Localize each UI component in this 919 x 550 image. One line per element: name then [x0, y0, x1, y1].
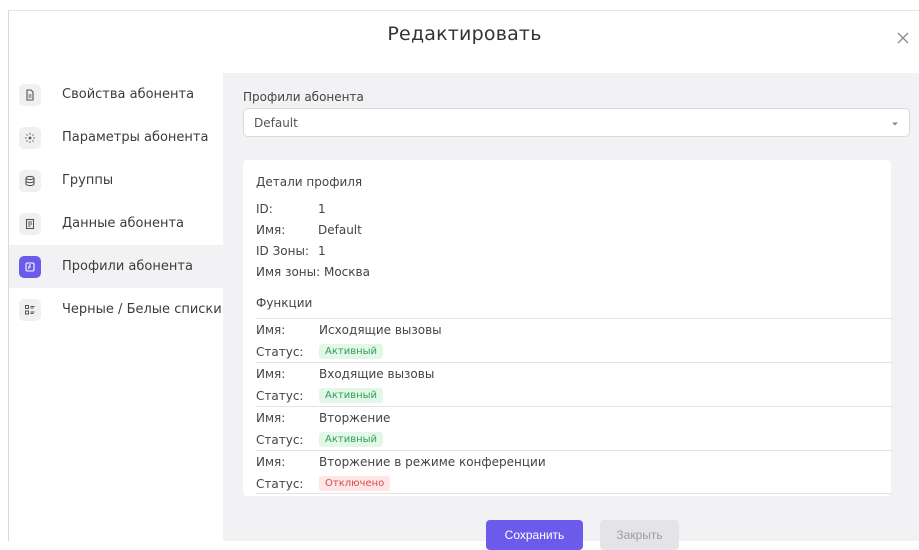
detail-key: Имя: [256, 223, 286, 237]
detail-row-id: ID: 1 [256, 202, 326, 216]
profile-card-icon [19, 255, 41, 278]
sidebar-item-subscriber-data[interactable]: Данные абонента [9, 202, 223, 245]
sidebar-item-label: Свойства абонента [62, 87, 195, 102]
profile-details-card: Детали профиля ID: 1 Имя: Default ID Зоны:… [243, 160, 893, 496]
save-button[interactable]: Сохранить [486, 520, 583, 550]
detail-value: 1 [318, 202, 326, 216]
status-badge: Отключено [319, 476, 391, 491]
sidebar-item-subscriber-parameters[interactable]: Параметры абонента [9, 116, 223, 159]
detail-key: Имя зоны: [256, 265, 321, 279]
status-badge: Активный [319, 344, 384, 359]
function-item: Имя: Вторжение Статус: Активный [256, 406, 893, 451]
close-button[interactable]: Закрыть [600, 520, 679, 550]
divider [256, 493, 893, 494]
detail-key: ID Зоны: [256, 244, 309, 258]
clipboard-icon [19, 212, 41, 235]
function-status-key: Статус: [256, 388, 304, 403]
document-icon [19, 83, 41, 106]
list-icon [19, 298, 41, 321]
function-name-key: Имя: [256, 367, 286, 381]
functions-title: Функции [256, 296, 313, 310]
function-status-key: Статус: [256, 432, 304, 447]
sidebar-item-label: Группы [62, 173, 114, 188]
sidebar-item-subscriber-profiles[interactable]: Профили абонента [9, 245, 223, 288]
function-item: Имя: Вторжение в режиме конференции Стату… [256, 450, 893, 495]
detail-value: 1 [318, 244, 326, 258]
dialog-title: Редактировать [387, 23, 542, 45]
function-name: Входящие вызовы [319, 367, 435, 381]
detail-row-zone-id: ID Зоны: 1 [256, 244, 326, 258]
profile-select[interactable]: Default [243, 108, 910, 137]
function-name-key: Имя: [256, 455, 286, 469]
sidebar-item-label: Данные абонента [62, 216, 184, 231]
sidebar-item-label: Профили абонента [62, 259, 193, 274]
close-icon[interactable] [892, 27, 914, 49]
function-name: Исходящие вызовы [319, 323, 442, 337]
sidebar-item-black-white-lists[interactable]: Черные / Белые списки [9, 288, 223, 331]
sidebar-item-subscriber-properties[interactable]: Свойства абонента [9, 73, 223, 116]
sidebar-item-label: Черные / Белые списки [62, 302, 222, 317]
database-icon [19, 169, 41, 192]
settings-dots-icon [19, 126, 41, 149]
detail-row-zone-name: Имя зоны: Москва [256, 265, 370, 279]
profile-panel: Профили абонента Default Детали профиля … [223, 73, 919, 550]
sidebar-item-label: Параметры абонента [62, 130, 209, 145]
function-item: Имя: Входящие вызовы Статус: Активный [256, 362, 893, 407]
status-badge: Активный [319, 388, 384, 403]
detail-key: ID: [256, 202, 273, 216]
function-name: Вторжение [319, 411, 391, 425]
function-name-key: Имя: [256, 411, 286, 425]
function-status-key: Статус: [256, 344, 304, 359]
function-name-key: Имя: [256, 323, 286, 337]
caret-down-icon [891, 116, 899, 130]
profile-select-value: Default [254, 115, 298, 130]
profile-select-label: Профили абонента [243, 90, 364, 104]
profile-details-title: Детали профиля [256, 175, 363, 189]
detail-value: Москва [323, 265, 370, 279]
edit-dialog: Редактировать Свойства абонента Параметр… [8, 10, 919, 550]
status-badge: Активный [319, 432, 384, 447]
function-item: Имя: Исходящие вызовы Статус: Активный [256, 318, 893, 363]
detail-row-name: Имя: Default [256, 223, 362, 237]
detail-value: Default [318, 223, 362, 237]
sidebar: Свойства абонента Параметры абонента Гру… [9, 73, 223, 541]
function-status-key: Статус: [256, 476, 304, 491]
sidebar-item-groups[interactable]: Группы [9, 159, 223, 202]
function-name: Вторжение в режиме конференции [319, 455, 546, 469]
